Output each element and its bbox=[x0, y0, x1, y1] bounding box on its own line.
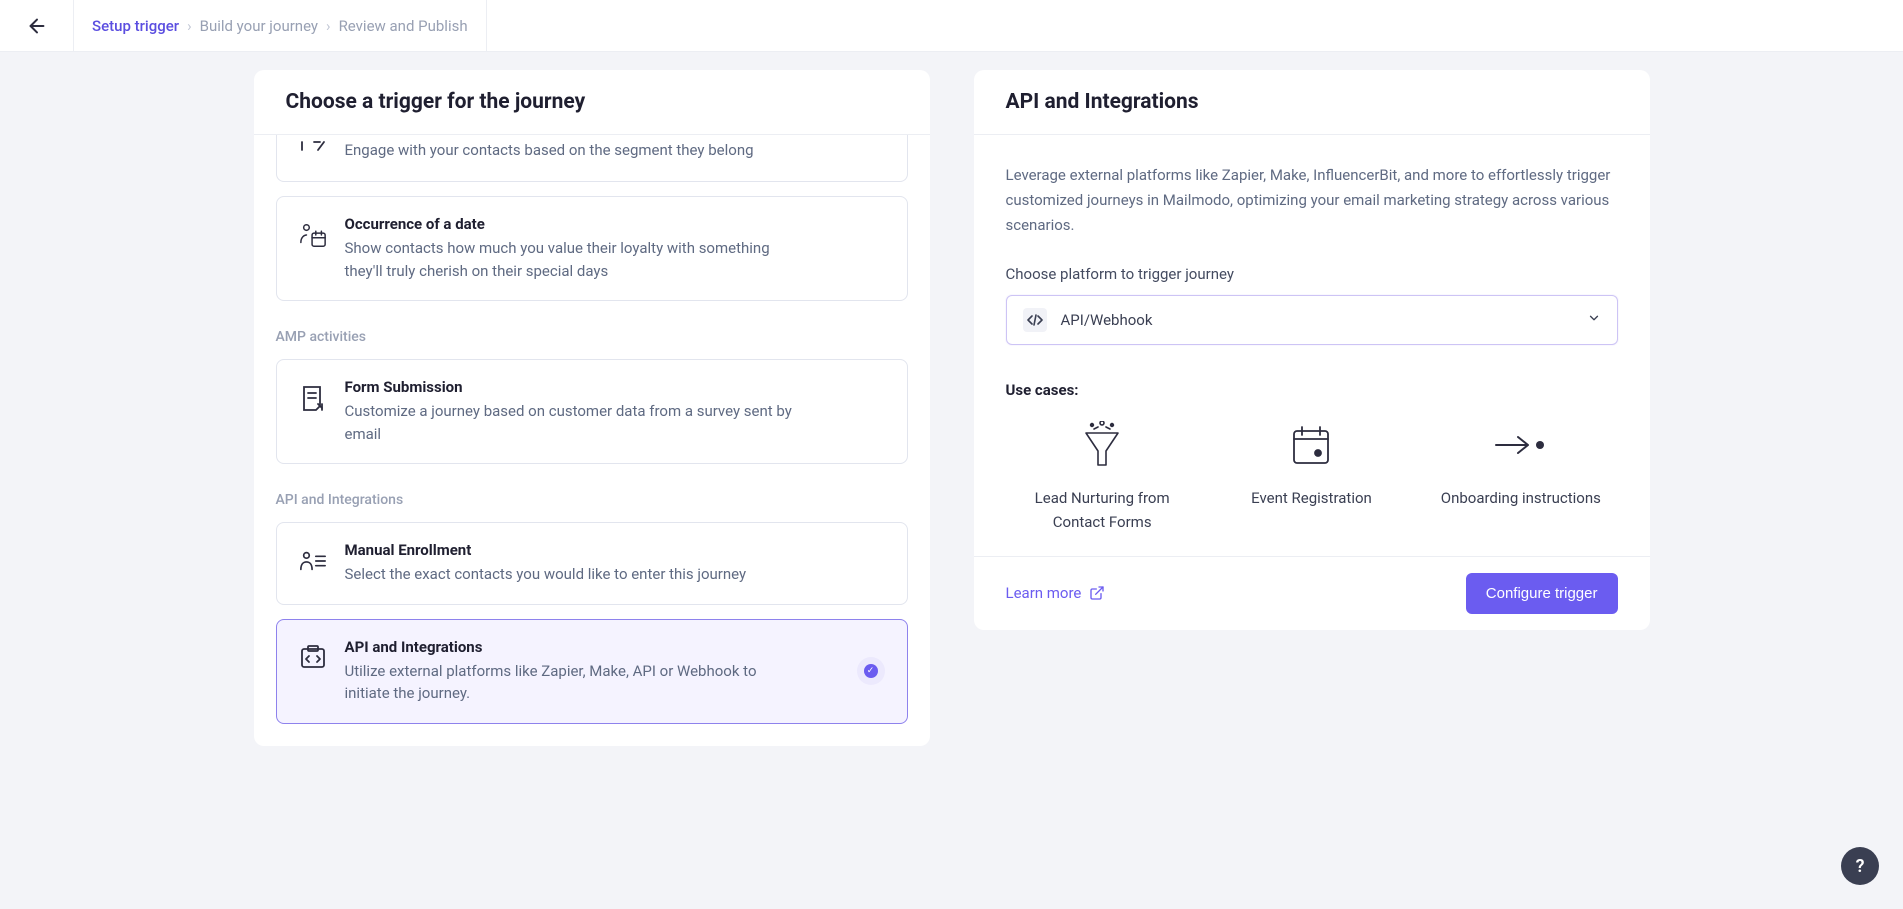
funnel-icon bbox=[1080, 421, 1124, 469]
right-panel-title: API and Integrations bbox=[974, 70, 1650, 135]
configure-trigger-button[interactable]: Configure trigger bbox=[1466, 573, 1618, 614]
trigger-card-date[interactable]: Occurrence of a date Show contacts how m… bbox=[276, 196, 908, 301]
right-panel: API and Integrations Leverage external p… bbox=[974, 70, 1650, 630]
trigger-list: Engage with your contacts based on the s… bbox=[254, 135, 930, 746]
learn-more-label: Learn more bbox=[1006, 584, 1082, 602]
chevron-down-icon bbox=[1587, 311, 1601, 329]
trigger-card-segment[interactable]: Engage with your contacts based on the s… bbox=[276, 135, 908, 182]
usecase-label: Lead Nurturing from Contact Forms bbox=[1010, 487, 1195, 534]
trigger-title: Occurrence of a date bbox=[345, 215, 805, 233]
code-icon bbox=[299, 644, 327, 672]
trigger-card-form[interactable]: Form Submission Customize a journey base… bbox=[276, 359, 908, 464]
trigger-desc: Customize a journey based on customer da… bbox=[345, 400, 805, 445]
left-panel-title: Choose a trigger for the journey bbox=[254, 70, 930, 135]
platform-select[interactable]: API/Webhook bbox=[1006, 295, 1618, 345]
arrow-dot-icon bbox=[1494, 421, 1548, 469]
trigger-card-manual[interactable]: Manual Enrollment Select the exact conta… bbox=[276, 522, 908, 605]
trigger-title: API and Integrations bbox=[345, 638, 805, 656]
segment-icon bbox=[299, 135, 327, 163]
choose-platform-label: Choose platform to trigger journey bbox=[1006, 265, 1618, 283]
person-list-icon bbox=[299, 547, 327, 575]
main-content: Choose a trigger for the journey Engage … bbox=[0, 52, 1903, 746]
learn-more-link[interactable]: Learn more bbox=[1006, 584, 1106, 602]
selected-platform-label: API/Webhook bbox=[1061, 311, 1573, 329]
help-button[interactable]: ? bbox=[1841, 847, 1879, 885]
card-text: Manual Enrollment Select the exact conta… bbox=[345, 541, 747, 586]
usecases-label: Use cases: bbox=[1006, 381, 1618, 399]
right-panel-body: Leverage external platforms like Zapier,… bbox=[974, 135, 1650, 534]
form-icon bbox=[299, 384, 327, 412]
calendar-dot-icon bbox=[1290, 421, 1332, 469]
right-panel-footer: Learn more Configure trigger bbox=[974, 556, 1650, 630]
trigger-desc: Engage with your contacts based on the s… bbox=[345, 139, 754, 162]
selected-check-icon: ✓ bbox=[857, 657, 885, 685]
breadcrumb-build-journey[interactable]: Build your journey bbox=[200, 17, 318, 35]
intro-text: Leverage external platforms like Zapier,… bbox=[1006, 163, 1618, 237]
chevron-right-icon: › bbox=[326, 17, 331, 35]
card-text: Engage with your contacts based on the s… bbox=[345, 139, 754, 162]
person-calendar-icon bbox=[299, 221, 327, 249]
trigger-desc: Select the exact contacts you would like… bbox=[345, 563, 747, 586]
top-bar: Setup trigger › Build your journey › Rev… bbox=[0, 0, 1903, 52]
code-brackets-icon bbox=[1023, 308, 1047, 332]
breadcrumb-review-publish[interactable]: Review and Publish bbox=[339, 17, 468, 35]
back-button[interactable] bbox=[0, 0, 74, 52]
card-text: Occurrence of a date Show contacts how m… bbox=[345, 215, 805, 282]
usecase-label: Onboarding instructions bbox=[1441, 487, 1601, 510]
trigger-desc: Show contacts how much you value their l… bbox=[345, 237, 805, 282]
arrow-left-icon bbox=[26, 15, 48, 37]
trigger-title: Manual Enrollment bbox=[345, 541, 747, 559]
external-link-icon bbox=[1089, 585, 1105, 601]
section-api-label: API and Integrations bbox=[276, 492, 908, 508]
breadcrumb-setup-trigger[interactable]: Setup trigger bbox=[92, 17, 179, 35]
section-amp-label: AMP activities bbox=[276, 329, 908, 345]
left-panel: Choose a trigger for the journey Engage … bbox=[254, 70, 930, 746]
card-text: API and Integrations Utilize external pl… bbox=[345, 638, 805, 705]
trigger-card-api[interactable]: API and Integrations Utilize external pl… bbox=[276, 619, 908, 724]
usecase-label: Event Registration bbox=[1251, 487, 1372, 510]
chevron-right-icon: › bbox=[187, 17, 192, 35]
usecase-lead-nurturing: Lead Nurturing from Contact Forms bbox=[1010, 421, 1195, 534]
trigger-desc: Utilize external platforms like Zapier, … bbox=[345, 660, 805, 705]
trigger-title: Form Submission bbox=[345, 378, 805, 396]
usecase-event-registration: Event Registration bbox=[1219, 421, 1404, 534]
usecases-list: Lead Nurturing from Contact Forms Event … bbox=[1006, 421, 1618, 534]
card-text: Form Submission Customize a journey base… bbox=[345, 378, 805, 445]
breadcrumb: Setup trigger › Build your journey › Rev… bbox=[74, 0, 487, 52]
usecase-onboarding: Onboarding instructions bbox=[1428, 421, 1613, 534]
